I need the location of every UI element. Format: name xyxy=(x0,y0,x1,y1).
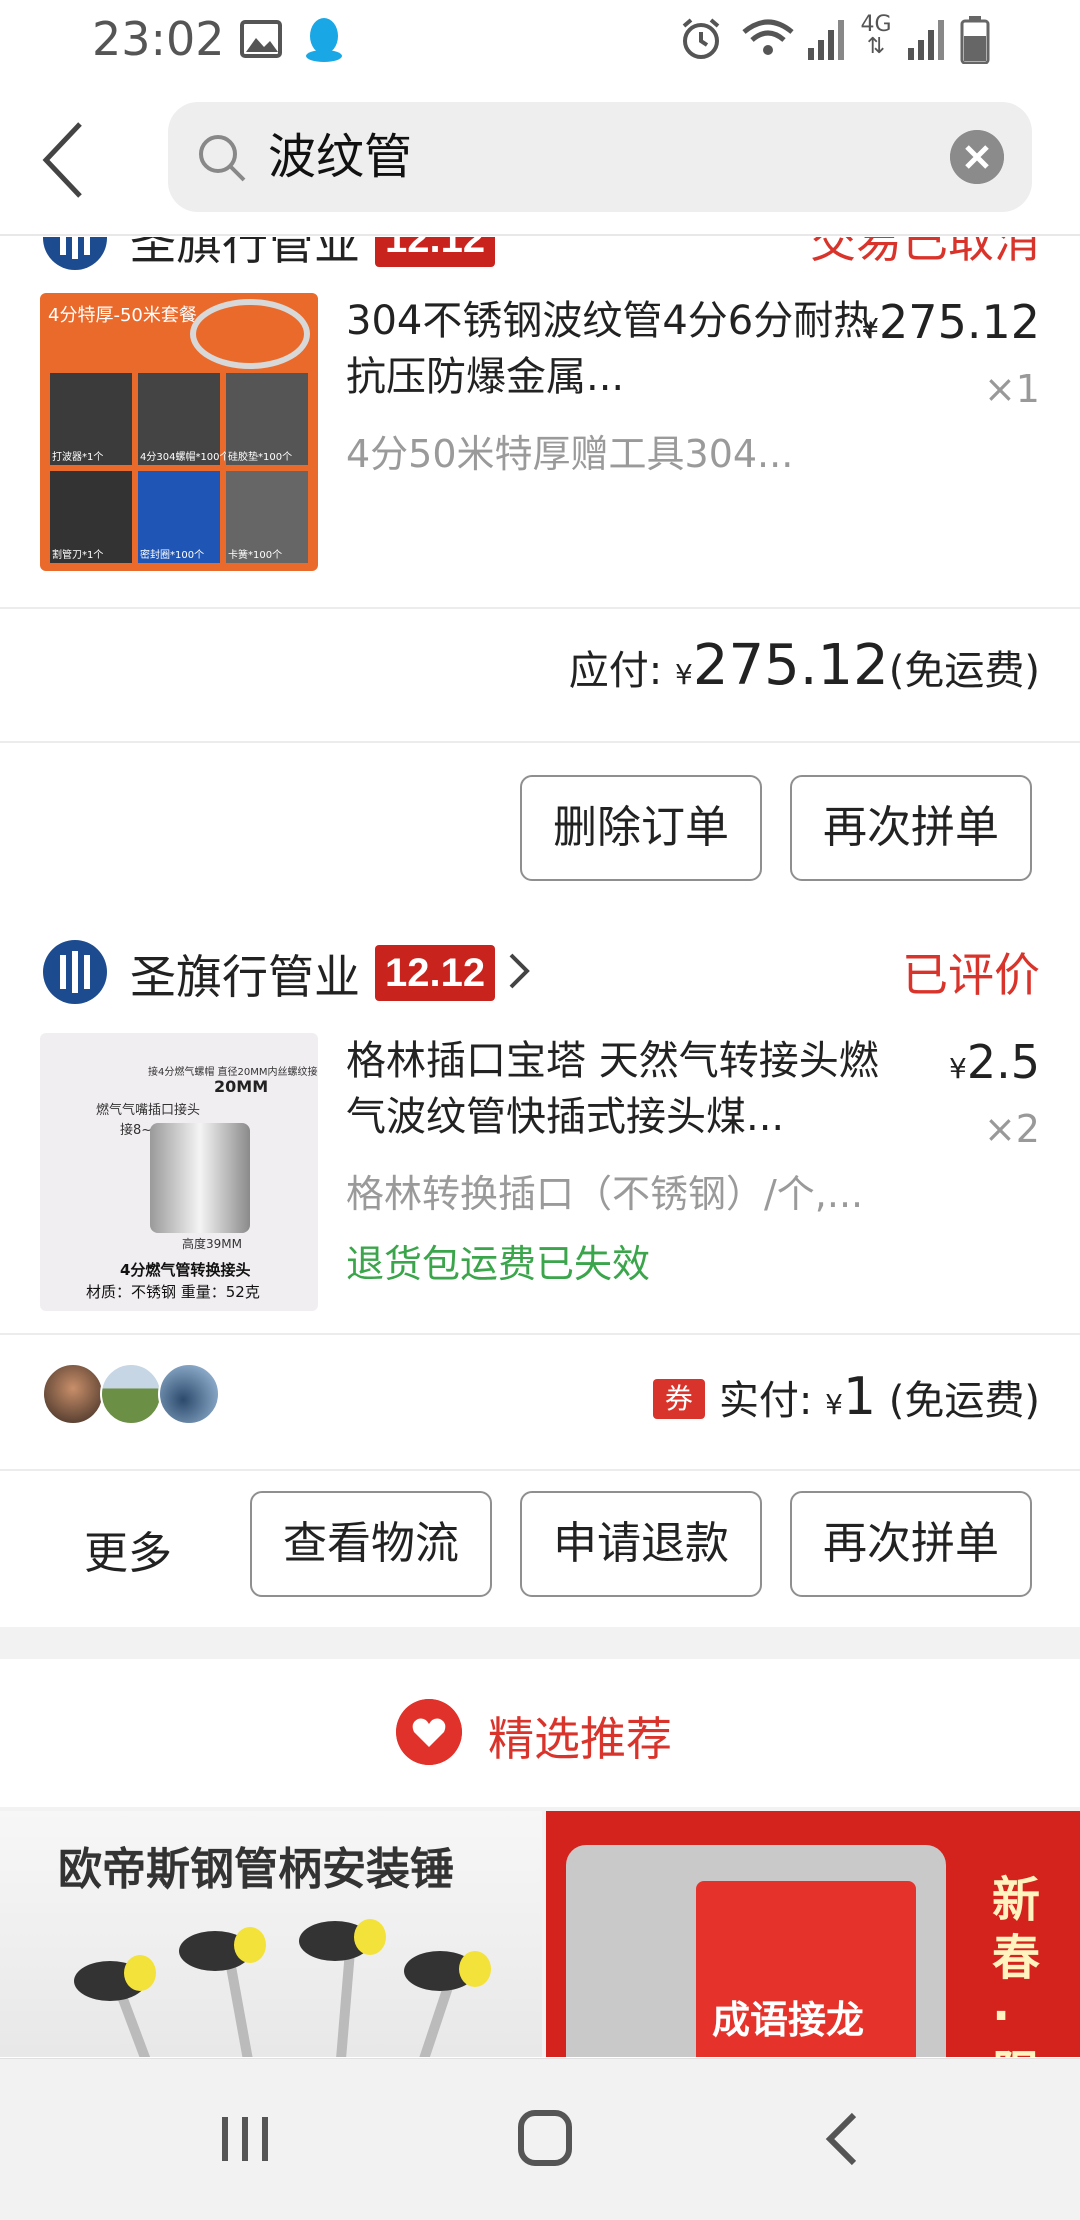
avatar xyxy=(100,1363,162,1425)
search-input[interactable] xyxy=(268,118,888,196)
signal-icon xyxy=(908,20,944,60)
reorder-button[interactable]: 再次拼单 xyxy=(790,775,1032,881)
divider xyxy=(0,1469,1080,1471)
shipping-note: (免运费) xyxy=(888,648,1040,694)
request-refund-button[interactable]: 申请退款 xyxy=(520,1491,762,1597)
promo-slogan: 新春·限 xyxy=(992,1872,1041,2057)
payment-amount: 1 xyxy=(842,1367,877,1427)
store-header[interactable]: 圣旗行管业 12.12 交易已取消 xyxy=(40,237,1040,277)
recommend-title: 精选推荐 xyxy=(488,1712,672,1766)
delete-order-button[interactable]: 删除订单 xyxy=(520,775,762,881)
order-list[interactable]: 圣旗行管业 12.12 交易已取消 4分特厚-50米套餐 打波器*1个 4分30… xyxy=(0,237,1080,2057)
back-icon[interactable] xyxy=(812,2109,882,2169)
hammer-image xyxy=(74,1919,491,2057)
recommend-banners: 欧帝斯钢管柄安装锤 成语接龙 新春·限 xyxy=(0,1811,1080,2057)
battery-icon xyxy=(960,16,990,64)
product-item[interactable]: 接4分燃气螺帽 直径20MM内丝螺纹接口 20MM 燃气气嘴插口接头 接8~12… xyxy=(40,1033,1040,1313)
group-buy-avatars[interactable] xyxy=(42,1363,222,1429)
thumbnail-label: 4分特厚-50米套餐 xyxy=(48,305,197,326)
signal-icon xyxy=(808,20,844,60)
divider xyxy=(0,741,1080,743)
search-icon xyxy=(199,135,246,182)
product-price: ¥2.5 xyxy=(949,1035,1040,1089)
return-shipping-notice: 退货包运费已失效 xyxy=(346,1242,651,1286)
network-4g-icon: 4G ⇅ xyxy=(860,12,892,59)
promo-badge: 12.12 xyxy=(375,945,496,1001)
store-logo xyxy=(43,237,107,270)
home-icon[interactable] xyxy=(510,2109,580,2169)
payment-label: 应付: xyxy=(568,648,663,694)
recommend-item[interactable]: 成语接龙 新春·限 xyxy=(546,1811,1080,2057)
hose-coil-image xyxy=(190,299,310,369)
heart-icon xyxy=(396,1699,462,1765)
currency-symbol: ¥ xyxy=(675,658,693,691)
fitting-image xyxy=(150,1123,250,1233)
product-quantity: ×2 xyxy=(983,1107,1040,1151)
view-logistics-button[interactable]: 查看物流 xyxy=(250,1491,492,1597)
search-header xyxy=(0,84,1080,236)
currency-symbol: ¥ xyxy=(825,1388,843,1421)
product-spec: 格林转换插口（不锈钢）/个,... xyxy=(346,1172,864,1216)
order-status: 已评价 xyxy=(902,948,1040,1002)
product-thumbnail: 接4分燃气螺帽 直径20MM内丝螺纹接口 20MM 燃气气嘴插口接头 接8~12… xyxy=(40,1033,318,1311)
order-status: 交易已取消 xyxy=(810,237,1040,268)
store-name: 圣旗行管业 xyxy=(130,950,360,1004)
recent-apps-icon[interactable] xyxy=(210,2109,280,2169)
recommend-item[interactable]: 欧帝斯钢管柄安装锤 xyxy=(0,1811,542,2057)
product-item[interactable]: 4分特厚-50米套餐 打波器*1个 4分304螺帽*100个 硅胶垫*100个 … xyxy=(40,293,1040,573)
product-thumbnail: 4分特厚-50米套餐 打波器*1个 4分304螺帽*100个 硅胶垫*100个 … xyxy=(40,293,318,571)
recommend-header: 精选推荐 xyxy=(0,1659,1080,1807)
store-name: 圣旗行管业 xyxy=(130,237,360,270)
status-time: 23:02 xyxy=(92,12,225,66)
payment-summary: 应付: ¥275.12(免运费) xyxy=(569,633,1040,713)
promo-badge: 12.12 xyxy=(375,237,496,267)
status-bar: 23:02 4G ⇅ xyxy=(0,0,1080,84)
shipping-note: (免运费) xyxy=(888,1378,1040,1424)
reorder-button[interactable]: 再次拼单 xyxy=(790,1491,1032,1597)
back-arrow-icon[interactable] xyxy=(36,114,116,206)
avatar xyxy=(42,1363,104,1425)
kit-contents-grid: 打波器*1个 4分304螺帽*100个 硅胶垫*100个 割管刀*1个 密封圈*… xyxy=(50,373,308,563)
payment-amount: 275.12 xyxy=(692,633,889,698)
recommend-item-title: 成语接龙 xyxy=(712,1998,865,2042)
store-header[interactable]: 圣旗行管业 12.12 已评价 xyxy=(40,931,1040,1011)
product-spec: 4分50米特厚赠工具304... xyxy=(346,432,794,476)
coupon-badge: 券 xyxy=(652,1379,705,1419)
avatar xyxy=(158,1363,220,1425)
product-title: 格林插口宝塔 天然气转接头燃气波纹管快插式接头煤... xyxy=(346,1038,879,1140)
order-actions: 更多 查看物流 申请退款 再次拼单 xyxy=(0,1491,1080,1597)
divider xyxy=(0,1333,1080,1335)
system-nav-bar xyxy=(0,2058,1080,2220)
product-quantity: ×1 xyxy=(983,367,1040,411)
payment-summary: 券实付: ¥1 (免运费) xyxy=(652,1367,1040,1447)
clear-icon[interactable] xyxy=(950,130,1004,184)
qq-penguin-icon xyxy=(306,18,342,62)
order-card: 圣旗行管业 12.12 已评价 接4分燃气螺帽 直径20MM内丝螺纹接口 20M… xyxy=(0,907,1080,1627)
divider xyxy=(0,607,1080,609)
order-actions: 删除订单 再次拼单 xyxy=(0,775,1080,881)
more-button[interactable]: 更多 xyxy=(84,1517,172,1581)
alarm-icon xyxy=(682,18,720,59)
gallery-icon xyxy=(240,20,282,58)
recommend-item-title: 欧帝斯钢管柄安装锤 xyxy=(58,1844,454,1895)
product-title: 304不锈钢波纹管4分6分耐热抗压防爆金属... xyxy=(346,298,874,400)
store-logo xyxy=(43,940,107,1004)
payment-label: 实付: xyxy=(718,1378,813,1424)
search-box[interactable] xyxy=(168,102,1032,212)
wifi-icon xyxy=(742,19,794,55)
product-price: ¥275.12 xyxy=(861,295,1040,349)
chevron-right-icon[interactable] xyxy=(503,949,533,993)
